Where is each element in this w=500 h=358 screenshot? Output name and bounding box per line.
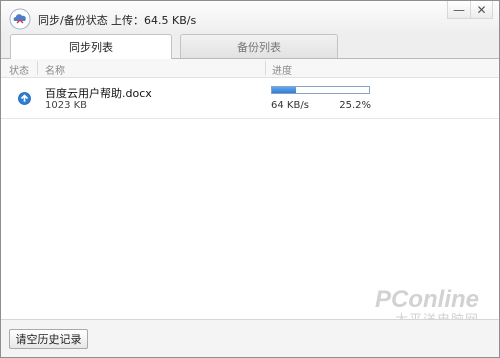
- progress-bar-fill: [272, 87, 297, 93]
- window-title: 同步/备份状态: [38, 14, 108, 27]
- tab-backup-list-label: 备份列表: [237, 40, 281, 54]
- sync-status-window: 同步/备份状态 上传：64.5 KB/s — ✕ 同步列表 备份列表 状态 名称…: [0, 0, 500, 358]
- transfer-speed: 64 KB/s: [271, 100, 309, 111]
- tab-strip: 同步列表 备份列表: [1, 34, 499, 59]
- clear-history-button[interactable]: 请空历史记录: [9, 329, 88, 349]
- minimize-icon: —: [453, 2, 465, 17]
- column-divider[interactable]: [265, 61, 266, 75]
- column-divider[interactable]: [37, 61, 38, 75]
- upload-speed-label: 上传：64.5 KB/s: [111, 14, 197, 27]
- cloud-sync-icon: [9, 8, 31, 30]
- title-bar[interactable]: 同步/备份状态 上传：64.5 KB/s — ✕: [1, 1, 499, 34]
- file-name: 百度云用户帮助.docx: [45, 87, 152, 100]
- table-row[interactable]: 百度云用户帮助.docx 1023 KB 64 KB/s 25.2%: [1, 78, 499, 119]
- list-header: 状态 名称 进度: [1, 59, 499, 78]
- close-icon: ✕: [476, 2, 487, 17]
- upload-arrow-icon: [18, 92, 31, 105]
- tab-sync-list-label: 同步列表: [69, 41, 113, 54]
- window-controls: — ✕: [447, 1, 493, 19]
- tab-sync-list[interactable]: 同步列表: [10, 34, 172, 59]
- clear-history-label: 请空历史记录: [15, 333, 82, 346]
- close-button[interactable]: ✕: [470, 1, 493, 19]
- watermark-brand: PConline: [374, 286, 479, 313]
- file-size: 1023 KB: [45, 100, 88, 111]
- progress-bar: [271, 86, 370, 94]
- minimize-button[interactable]: —: [447, 1, 470, 19]
- progress-percent: 25.2%: [339, 100, 371, 111]
- column-header-status[interactable]: 状态: [9, 62, 29, 77]
- column-header-name[interactable]: 名称: [45, 62, 65, 77]
- tab-backup-list[interactable]: 备份列表: [180, 34, 338, 58]
- footer: 请空历史记录: [1, 320, 499, 357]
- column-header-progress[interactable]: 进度: [272, 62, 292, 77]
